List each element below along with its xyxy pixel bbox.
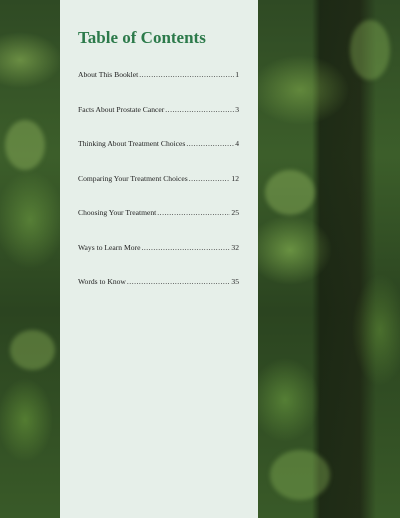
dot-leader	[139, 70, 234, 79]
toc-entry[interactable]: Facts About Prostate Cancer 3	[78, 105, 239, 140]
toc-entry-page: 12	[231, 173, 239, 183]
foliage-highlight	[5, 120, 45, 170]
toc-entry[interactable]: Ways to Learn More 32	[78, 243, 239, 278]
toc-entry[interactable]: Choosing Your Treatment 25	[78, 208, 239, 243]
toc-entry-label: Words to Know	[78, 277, 126, 286]
dot-leader	[157, 208, 230, 217]
foliage-highlight	[10, 330, 55, 370]
toc-entry-page: 4	[235, 139, 239, 148]
toc-list: About This Booklet 1 Facts About Prostat…	[78, 70, 239, 312]
page-title: Table of Contents	[78, 28, 206, 47]
toc-entry-label: Facts About Prostate Cancer	[78, 104, 165, 114]
toc-entry-label: About This Booklet	[78, 70, 139, 79]
foliage-highlight	[270, 450, 330, 500]
dot-leader	[189, 174, 231, 183]
toc-entry[interactable]: Thinking About Treatment Choices 4	[78, 139, 239, 174]
dot-leader	[165, 105, 234, 114]
toc-entry-page: 25	[231, 208, 239, 217]
toc-entry[interactable]: Comparing Your Treatment Choices 12	[78, 174, 239, 209]
foliage-highlight	[265, 170, 315, 215]
toc-entry-label: Choosing Your Treatment	[78, 208, 157, 217]
toc-entry-label: Ways to Learn More	[78, 242, 141, 252]
dot-leader	[127, 277, 231, 286]
toc-entry-page: 35	[231, 277, 239, 286]
toc-entry-label: Comparing Your Treatment Choices	[78, 173, 188, 183]
toc-entry-page: 1	[235, 70, 239, 79]
toc-entry-page: 3	[235, 104, 239, 114]
toc-entry[interactable]: About This Booklet 1	[78, 70, 239, 105]
dot-leader	[186, 139, 234, 148]
toc-entry[interactable]: Words to Know 35	[78, 277, 239, 312]
toc-entry-label: Thinking About Treatment Choices	[78, 139, 186, 148]
toc-entry-page: 32	[231, 242, 239, 252]
dot-leader	[141, 243, 230, 252]
foliage-highlight	[350, 20, 390, 80]
